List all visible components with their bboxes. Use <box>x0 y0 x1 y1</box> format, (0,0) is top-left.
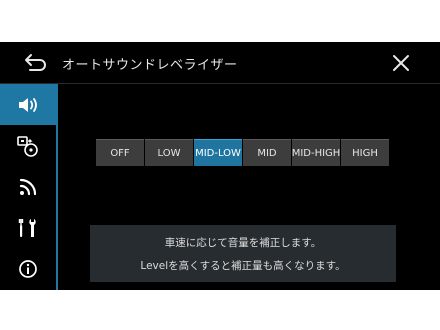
sidebar-item-settings[interactable] <box>0 207 56 248</box>
level-mid-button[interactable]: MID <box>243 139 291 166</box>
close-button[interactable] <box>390 52 412 74</box>
description-line-1: 車速に応じて音量を補正します。 <box>164 236 322 249</box>
page-title: オートサウンドレベライザー <box>62 58 238 73</box>
level-off-button[interactable]: OFF <box>96 139 144 166</box>
description-line-2: Levelを高くすると補正量も高くなります。 <box>140 259 346 272</box>
speaker-volume-icon <box>19 97 37 112</box>
sidebar <box>0 84 58 290</box>
source-media-icon <box>17 135 38 157</box>
level-high-button[interactable]: HIGH <box>341 139 389 166</box>
sidebar-item-info[interactable] <box>0 248 56 289</box>
wireless-signal-icon <box>19 178 37 195</box>
sidebar-item-sound[interactable] <box>0 84 56 125</box>
tools-icon <box>18 218 36 237</box>
back-arrow-icon <box>25 54 46 71</box>
level-selector: OFF LOW MID-LOW MID MID-HIGH HIGH <box>96 139 389 166</box>
sidebar-item-source[interactable] <box>0 125 56 166</box>
header-bar: オートサウンドレベライザー <box>0 42 440 84</box>
info-icon <box>19 259 37 278</box>
close-icon <box>393 55 409 71</box>
description-box: 車速に応じて音量を補正します。 Levelを高くすると補正量も高くなります。 <box>90 225 396 282</box>
level-mid-low-button[interactable]: MID-LOW <box>194 139 242 166</box>
sidebar-divider <box>56 84 58 290</box>
back-button[interactable] <box>22 51 48 75</box>
app-screen: オートサウンドレベライザー OFF LOW MID-LOW MID MID-HI… <box>0 42 440 290</box>
level-low-button[interactable]: LOW <box>145 139 193 166</box>
level-mid-high-button[interactable]: MID-HIGH <box>292 139 340 166</box>
sidebar-item-wireless[interactable] <box>0 166 56 207</box>
header-divider <box>0 83 440 84</box>
